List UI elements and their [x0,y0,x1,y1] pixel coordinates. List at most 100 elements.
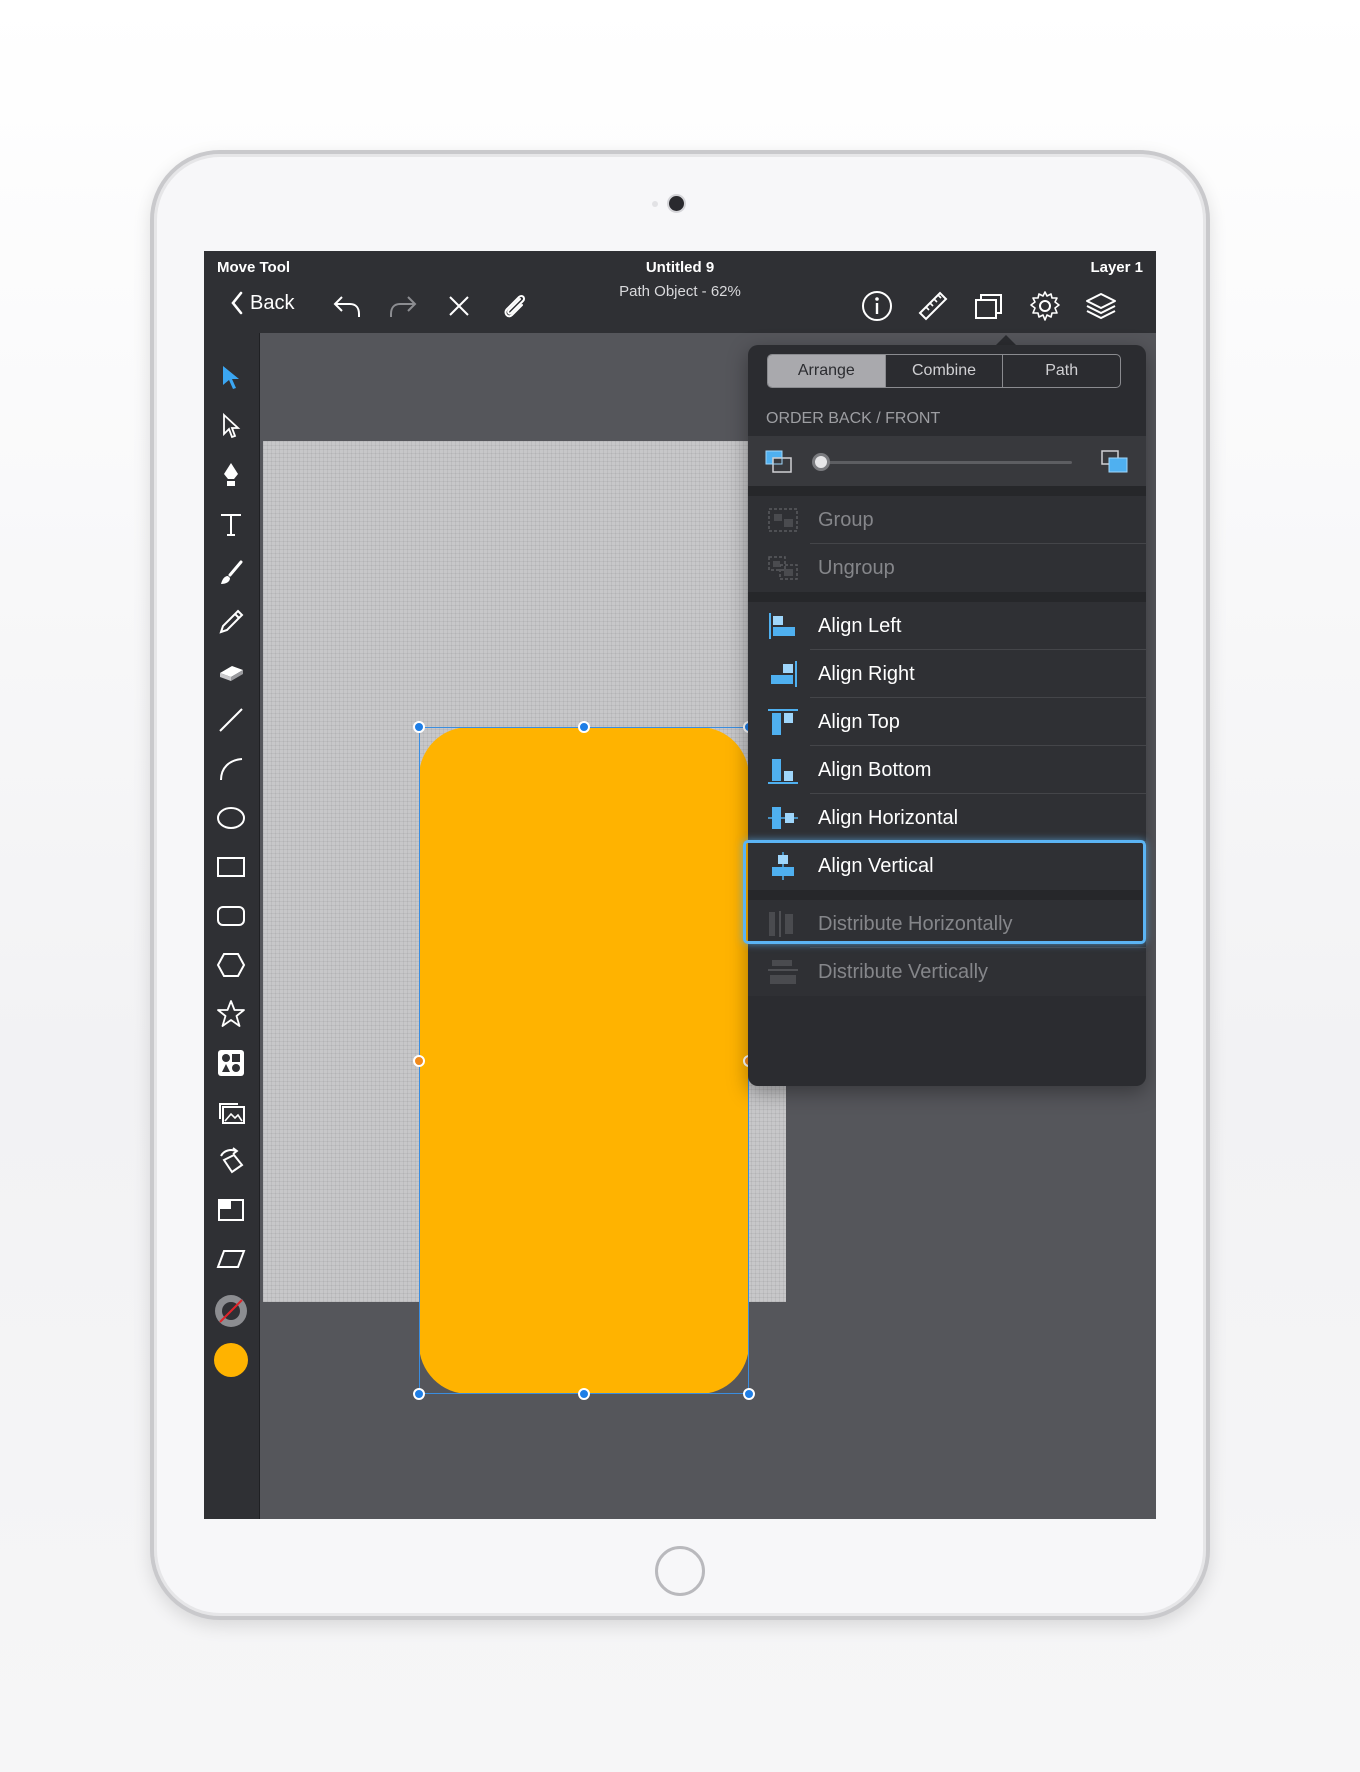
ruler-icon [918,291,948,321]
pencil-icon [219,609,244,634]
popover-tabs: Arrange Combine Path [767,354,1121,388]
home-button[interactable] [655,1546,705,1596]
tab-arrange[interactable]: Arrange [768,355,886,387]
scale-icon [218,1199,244,1221]
tool-ellipse[interactable] [214,801,248,835]
tool-brush[interactable] [214,556,248,590]
redo-button[interactable] [386,289,420,323]
menu-align-vertical[interactable]: Align Vertical [748,842,1146,890]
redo-icon [390,296,417,317]
order-slider-track[interactable] [822,461,1072,464]
order-section-label: ORDER BACK / FRONT [766,410,941,427]
hexagon-icon [216,953,246,977]
tool-rotate[interactable] [214,1144,248,1178]
tool-move[interactable] [214,360,248,394]
skew-icon [216,1250,246,1268]
document-title: Untitled 9 [645,259,715,276]
menu-group[interactable]: Group [748,496,1146,544]
bring-front-icon [1101,450,1128,473]
ruler-button[interactable] [916,289,950,323]
order-slider-thumb[interactable] [812,453,830,471]
tool-direct-select[interactable] [214,409,248,443]
arrange-button[interactable] [972,289,1006,323]
ungroup-icon [768,556,798,580]
tool-polygon[interactable] [214,948,248,982]
handle-bottom-left[interactable] [413,1388,425,1400]
menu-align-left-label: Align Left [818,614,902,637]
handle-bottom-right[interactable] [743,1388,755,1400]
fill-swatch-icon [214,1343,248,1377]
menu-align-bottom-label: Align Bottom [818,758,932,781]
menu-align-left[interactable]: Align Left [748,602,1146,650]
menu-ungroup[interactable]: Ungroup [748,544,1146,592]
arrange-popover: Arrange Combine Path ORDER BACK / FRONT … [748,345,1146,1086]
tool-image[interactable] [214,1095,248,1129]
tool-shapes[interactable] [214,1046,248,1080]
menu-distribute-vertically[interactable]: Distribute Vertically [748,948,1146,996]
paperclip-icon [504,294,526,318]
back-button[interactable]: Back [230,291,294,315]
menu-align-top[interactable]: Align Top [748,698,1146,746]
menu-align-top-label: Align Top [818,710,900,733]
tool-arc[interactable] [214,752,248,786]
stroke-color-well[interactable] [214,1294,248,1328]
tab-combine[interactable]: Combine [886,355,1004,387]
menu-ungroup-label: Ungroup [818,556,895,579]
group-separator [748,486,1146,496]
delete-button[interactable] [442,289,476,323]
tool-eraser[interactable] [214,654,248,688]
layers-button[interactable] [1084,289,1118,323]
undo-button[interactable] [330,289,364,323]
handle-top-left[interactable] [413,721,425,733]
bring-to-front-button[interactable] [1100,448,1130,476]
layers-icon [1086,293,1116,320]
tool-rectangle[interactable] [214,850,248,884]
handle-middle-left[interactable] [413,1055,425,1067]
gear-icon [1030,291,1060,321]
handle-bottom-center[interactable] [578,1388,590,1400]
image-icon [219,1103,245,1124]
rectangle-icon [217,857,245,877]
artboard[interactable] [263,441,786,1400]
align-vertical-icon [772,852,794,880]
align-bottom-icon [768,759,798,784]
menu-align-horizontal-label: Align Horizontal [818,806,959,829]
tool-rounded-rectangle[interactable] [214,899,248,933]
tool-skew[interactable] [214,1242,248,1276]
tool-pencil[interactable] [214,605,248,639]
menu-align-right[interactable]: Align Right [748,650,1146,698]
line-icon [219,708,243,732]
eraser-icon [220,666,243,681]
tool-scale[interactable] [214,1193,248,1227]
group-icon [768,508,798,532]
stroke-swatch-icon [215,1295,247,1327]
tool-line[interactable] [214,703,248,737]
text-icon [221,514,241,536]
distribute-separator [748,890,1146,900]
rotate-icon [220,1147,244,1174]
menu-distribute-vertically-label: Distribute Vertically [818,960,989,983]
tab-path[interactable]: Path [1003,355,1120,387]
tool-star[interactable] [214,997,248,1031]
handle-top-center[interactable] [578,721,590,733]
shapes-library-icon [218,1050,244,1076]
attach-button[interactable] [498,289,532,323]
arrow-pointer-icon [223,366,239,389]
top-toolbar: Move Tool Untitled 9 Path Object - 62% L… [204,251,1156,333]
undo-icon [333,296,360,317]
menu-align-horizontal[interactable]: Align Horizontal [748,794,1146,842]
app-screen: Move Tool Untitled 9 Path Object - 62% L… [204,251,1156,1519]
settings-button[interactable] [1028,289,1062,323]
tool-pen[interactable] [214,458,248,492]
menu-align-vertical-label: Align Vertical [818,854,934,877]
align-right-icon [771,661,797,687]
tool-text[interactable] [214,507,248,541]
current-layer-label: Layer 1 [1090,259,1143,276]
fill-color-well[interactable] [214,1343,248,1377]
menu-align-bottom[interactable]: Align Bottom [748,746,1146,794]
info-button[interactable] [860,289,894,323]
send-to-back-button[interactable] [764,448,794,476]
align-top-icon [768,709,798,735]
menu-align-right-label: Align Right [818,662,915,685]
menu-distribute-horizontally[interactable]: Distribute Horizontally [748,900,1146,948]
